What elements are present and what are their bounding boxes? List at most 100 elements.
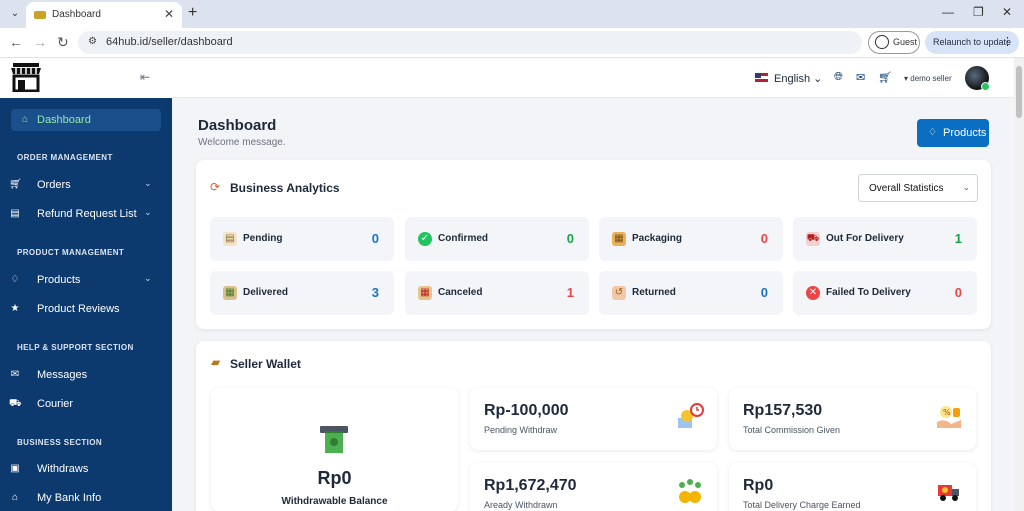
- minimize-icon[interactable]: —: [942, 5, 954, 19]
- collapse-sidebar-icon[interactable]: ⇤: [140, 70, 150, 84]
- url-field[interactable]: ⚙ 64hub.id/seller/dashboard: [78, 31, 862, 54]
- stat-canceled[interactable]: ▦ Canceled 1: [405, 271, 589, 315]
- stat-packaging[interactable]: ▦ Packaging 0: [599, 217, 783, 261]
- page-scrollbar[interactable]: [1014, 58, 1024, 511]
- scrollbar-thumb[interactable]: [1016, 66, 1022, 118]
- cart-icon[interactable]: 🛒︎: [878, 71, 892, 84]
- shop-logo-icon[interactable]: [10, 62, 42, 92]
- delivery-truck-icon: [938, 485, 959, 501]
- stat-value: 1: [566, 285, 574, 300]
- sidebar-item-my-bank-info[interactable]: ⌂ My Bank Info: [0, 487, 172, 509]
- us-flag-icon: [755, 73, 768, 82]
- sidebar-item-label: Product Reviews: [37, 303, 120, 315]
- restore-icon[interactable]: ❐: [973, 5, 984, 19]
- sidebar-item-label: Withdraws: [37, 463, 89, 475]
- stat-returned[interactable]: ↺ Returned 0: [599, 271, 783, 315]
- sidebar-item-courier[interactable]: ⛟ Courier: [0, 393, 172, 415]
- guest-profile-button[interactable]: Guest: [868, 31, 920, 54]
- wallet-icon: ▰: [211, 355, 221, 369]
- stat-pending[interactable]: ▤ Pending 0: [210, 217, 394, 261]
- globe-icon[interactable]: 🌐︎: [834, 71, 843, 84]
- sidebar-item-dashboard[interactable]: ⌂ Dashboard: [11, 109, 161, 131]
- sidebar-item-orders[interactable]: 🛒︎ Orders ⌄: [0, 174, 172, 196]
- stat-value: 1: [954, 231, 962, 246]
- stat-value: 0: [371, 231, 379, 246]
- more-menu-icon[interactable]: ⋮: [1002, 35, 1013, 48]
- wallet-label: Total Delivery Charge Earned: [743, 500, 861, 510]
- site-info-icon[interactable]: ⚙: [88, 36, 97, 47]
- sidebar-item-label: Dashboard: [37, 114, 91, 126]
- wallet-value: Rp0: [743, 477, 774, 494]
- chevron-down-icon: ⌄: [144, 207, 152, 217]
- message-icon: ✉: [10, 369, 20, 380]
- relaunch-button[interactable]: Relaunch to update ⋮: [925, 31, 1019, 54]
- commission-icon: %: [937, 406, 961, 428]
- withdrawable-balance-value: Rp0: [317, 468, 352, 488]
- tab-search-icon[interactable]: ⌄: [6, 5, 24, 23]
- sidebar-item-messages[interactable]: ✉ Messages: [0, 364, 172, 386]
- statistics-filter-select[interactable]: Overall Statistics ⌄: [858, 174, 978, 202]
- stat-confirmed[interactable]: ✓ Confirmed 0: [405, 217, 589, 261]
- address-bar: ← → ↻ ⚙ 64hub.id/seller/dashboard Guest …: [0, 28, 1024, 58]
- section-product-management: PRODUCT MANAGEMENT: [17, 248, 125, 257]
- window-close-icon[interactable]: ✕: [1002, 5, 1012, 19]
- pending-icon: ▤: [223, 232, 237, 246]
- sidebar-item-label: Products: [37, 274, 81, 286]
- bank-icon: ⌂: [11, 492, 19, 503]
- user-menu[interactable]: ▾ demo seller: [904, 74, 952, 83]
- language-selector[interactable]: English ⌄: [774, 72, 822, 85]
- guest-label: Guest: [893, 37, 918, 47]
- canceled-icon: ▦: [418, 286, 432, 300]
- stat-label: Failed To Delivery: [826, 287, 911, 298]
- stat-delivered[interactable]: ▦ Delivered 3: [210, 271, 394, 315]
- failed-icon: ✕: [806, 286, 820, 300]
- seller-wallet-title: Seller Wallet: [230, 357, 301, 371]
- mail-icon[interactable]: ✉: [856, 71, 865, 84]
- forward-icon[interactable]: →: [33, 34, 47, 50]
- avatar[interactable]: [965, 66, 990, 91]
- sidebar-item-product-reviews[interactable]: ★ Product Reviews: [0, 298, 172, 320]
- new-tab-icon[interactable]: +: [188, 4, 197, 22]
- stat-failed-to-delivery[interactable]: ✕ Failed To Delivery 0: [793, 271, 977, 315]
- withdrawable-balance-label: Withdrawable Balance: [281, 496, 388, 507]
- profile-icon: [875, 35, 889, 49]
- favicon-icon: [34, 11, 46, 19]
- sidebar-item-withdraws[interactable]: ▣ Withdraws: [0, 458, 172, 480]
- stat-label: Returned: [632, 287, 676, 298]
- wallet-value: Rp1,672,470: [484, 477, 577, 494]
- sidebar-item-label: Courier: [37, 398, 74, 410]
- sidebar-logo-area: ⇤: [0, 58, 172, 98]
- stat-label: Out For Delivery: [826, 233, 904, 244]
- products-button[interactable]: ♢ Products: [917, 119, 989, 147]
- tab-close-icon[interactable]: ✕: [164, 7, 174, 21]
- browser-tab[interactable]: Dashboard ✕: [26, 2, 182, 28]
- sidebar-item-refund-request-list[interactable]: ▤ Refund Request List ⌄: [0, 203, 172, 225]
- business-analytics-title: Business Analytics: [230, 181, 340, 195]
- stat-out-for-delivery[interactable]: ⛟ Out For Delivery 1: [793, 217, 977, 261]
- pending-withdraw-card: Rp-100,000 Pending Withdraw: [470, 388, 717, 450]
- filter-value: Overall Statistics: [869, 183, 944, 194]
- delivered-icon: ▦: [223, 286, 237, 300]
- reload-icon[interactable]: ↻: [57, 34, 69, 51]
- url-text: 64hub.id/seller/dashboard: [106, 36, 233, 48]
- back-icon[interactable]: ←: [9, 34, 23, 50]
- wallet-label: Pending Withdraw: [484, 425, 558, 435]
- list-icon: ▤: [10, 208, 20, 219]
- packaging-icon: ▦: [612, 232, 626, 246]
- section-help-support: HELP & SUPPORT SECTION: [17, 343, 134, 352]
- top-navbar: English ⌄ 🌐︎ ✉ 🛒︎ ▾ demo seller: [172, 58, 1024, 98]
- delivery-truck-icon: ⛟: [806, 232, 820, 246]
- stat-label: Pending: [243, 233, 283, 244]
- sidebar-item-products[interactable]: ♢ Products ⌄: [0, 269, 172, 291]
- relaunch-label: Relaunch to update: [933, 37, 1012, 47]
- stat-value: 0: [954, 285, 962, 300]
- sidebar-item-label: Refund Request List: [37, 208, 137, 220]
- stat-label: Canceled: [438, 287, 483, 298]
- delivery-charge-card: Rp0 Total Delivery Charge Earned: [729, 463, 976, 511]
- stat-label: Confirmed: [438, 233, 488, 244]
- page-subtitle: Welcome message.: [198, 137, 286, 148]
- tab-title: Dashboard: [52, 9, 101, 20]
- atm-cash-icon: [320, 426, 348, 453]
- chevron-down-icon: ⌄: [963, 183, 970, 192]
- coins-icon: [679, 479, 701, 503]
